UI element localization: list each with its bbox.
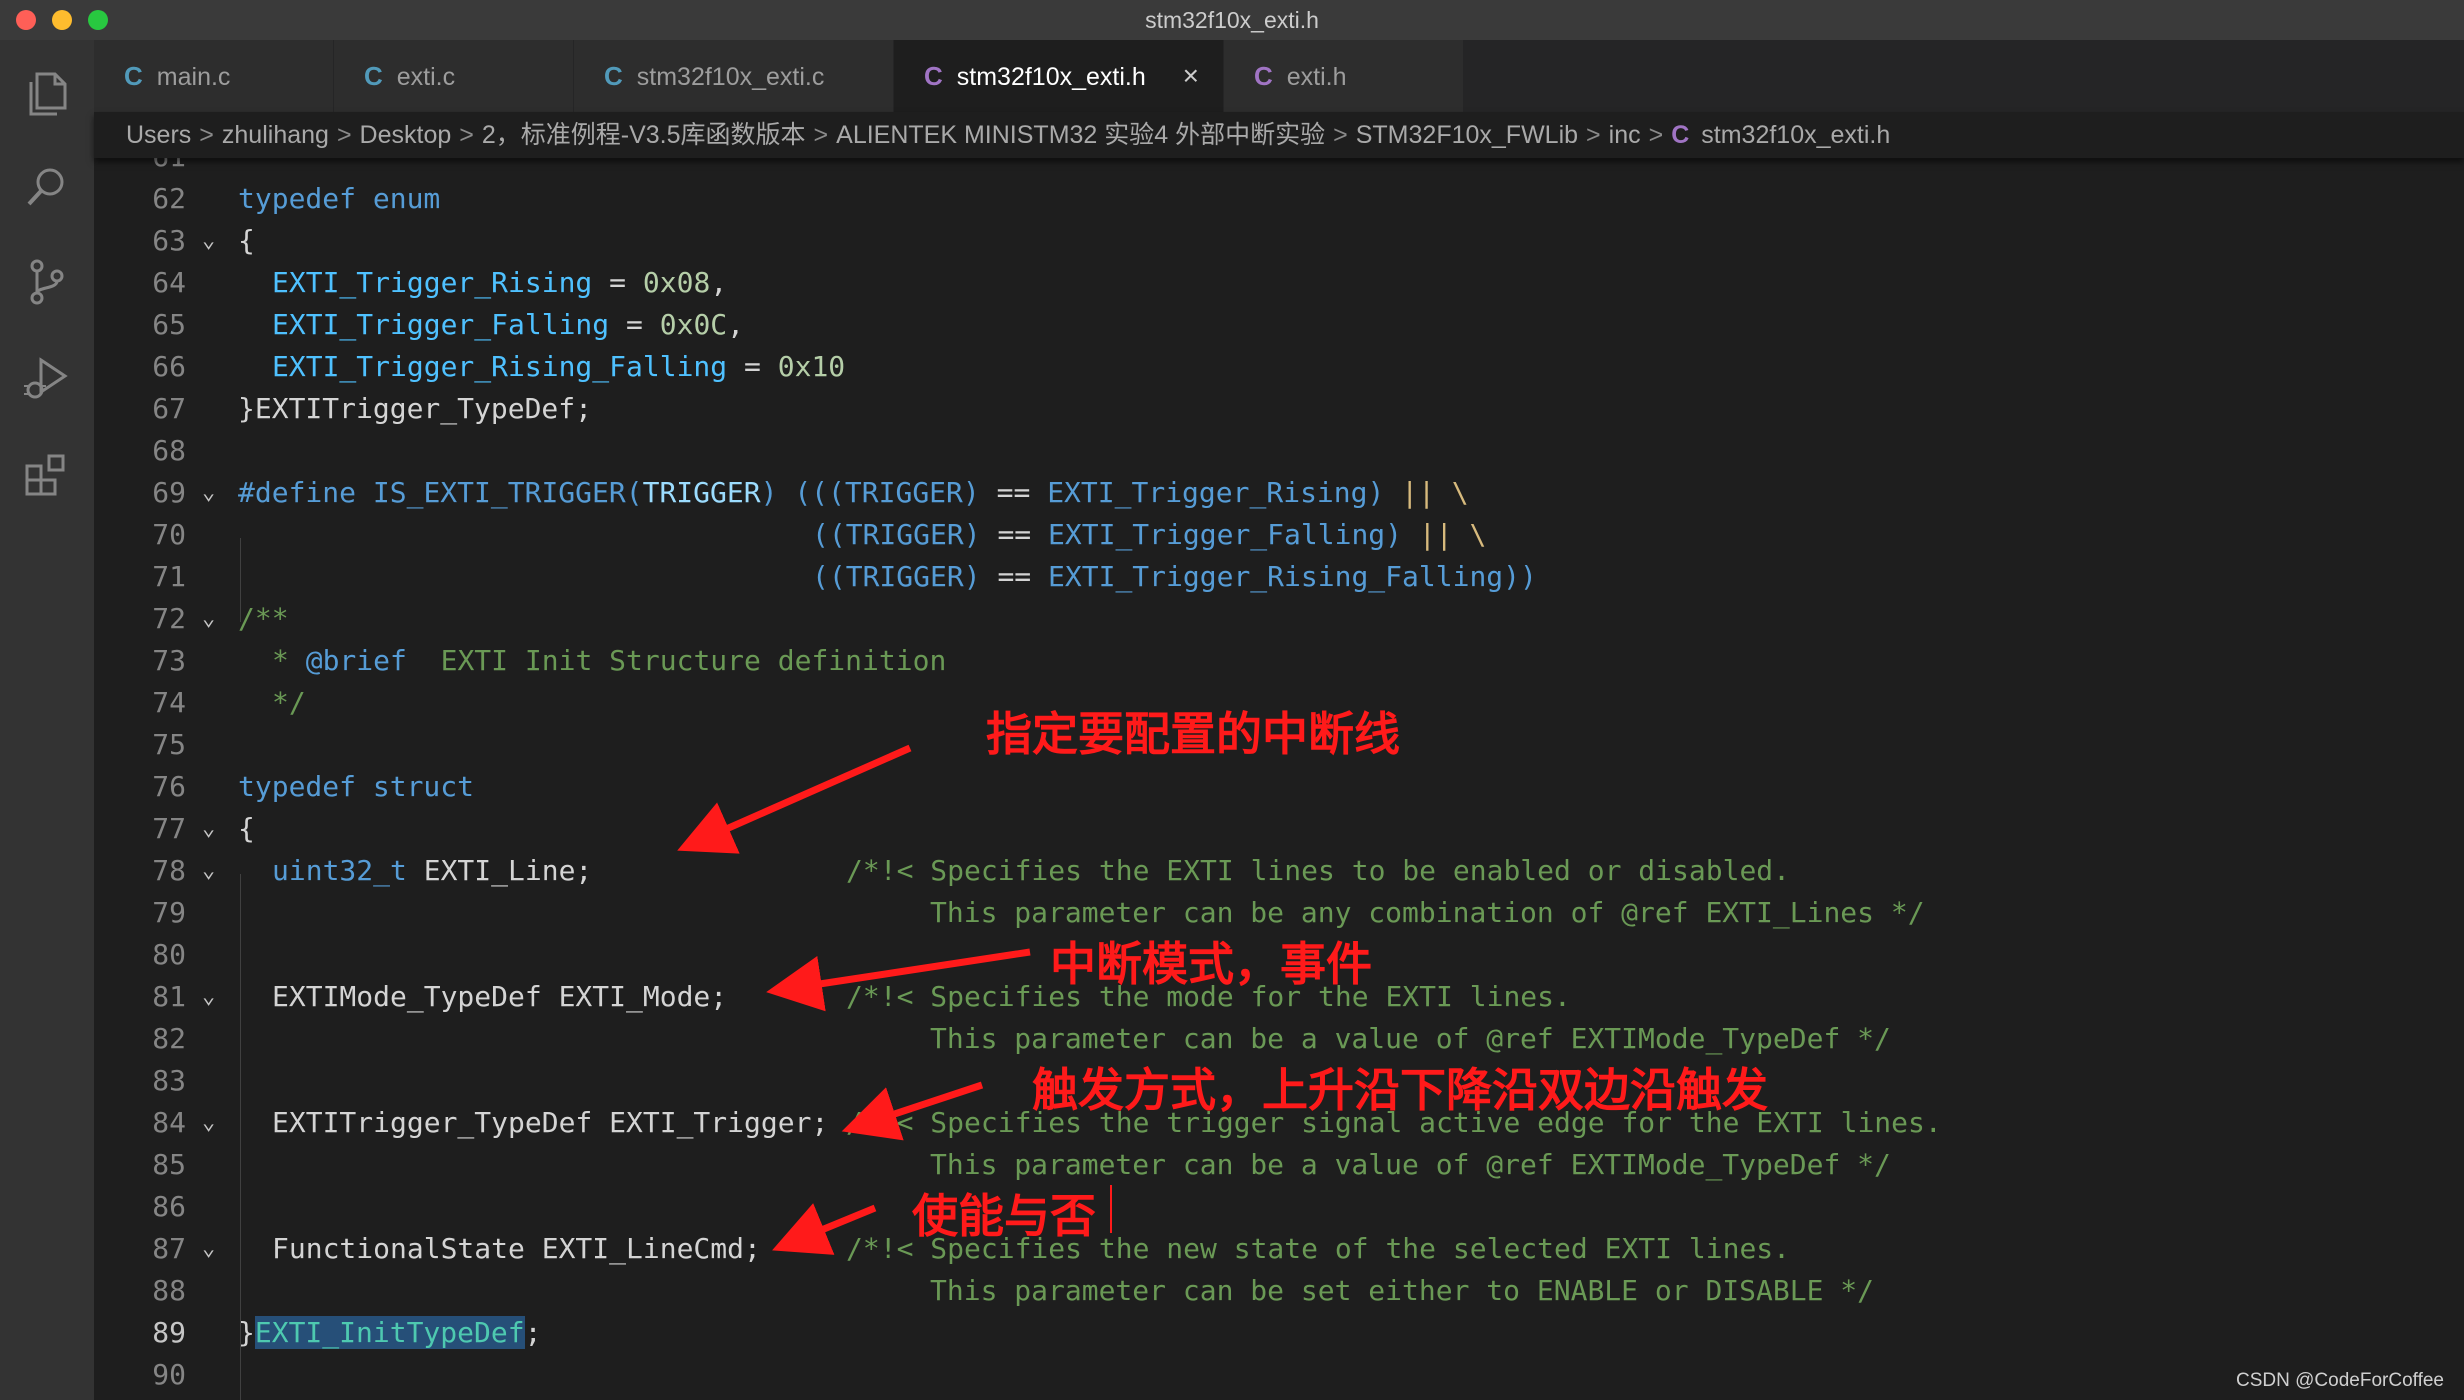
tab-stm32f10x-exti-c[interactable]: Cstm32f10x_exti.c (574, 40, 894, 112)
tab-label: exti.c (396, 63, 456, 91)
code-line: 85 This parameter can be a value of @ref … (152, 1148, 1891, 1181)
code-line: 77 ⌄{ (94, 808, 2464, 850)
annotation-trigger: 触发方式，上升沿下降沿双边沿触发 (1032, 1063, 1768, 1117)
breadcrumb-separator: > (813, 121, 829, 149)
extensions-icon[interactable] (17, 444, 77, 504)
breadcrumb-item[interactable]: 2，标准例程-V3.5库函数版本 (482, 121, 806, 149)
fold-chevron-icon[interactable]: ⌄ (202, 472, 215, 514)
code-line: 78 ⌄ uint32_t EXTI_Line;/*!< Specifies the… (94, 850, 2464, 892)
explorer-icon[interactable] (17, 62, 77, 122)
c-file-icon: C (124, 61, 143, 91)
annotation-cmd: 使能与否 (912, 1189, 1096, 1243)
breadcrumb-item[interactable]: Desktop (360, 121, 452, 149)
c-header-icon: C (1254, 61, 1273, 91)
code-line: 89}EXTI_InitTypeDef; (152, 1316, 542, 1349)
code-line: 73 * @brief EXTI Init Structure definitio… (152, 644, 947, 677)
code-line: 72 ⌄/** (94, 598, 2464, 640)
breadcrumb-item[interactable]: Users (126, 121, 191, 149)
annotation-line: 指定要配置的中断线 (986, 707, 1400, 761)
fold-chevron-icon[interactable]: ⌄ (202, 598, 215, 640)
fold-chevron-icon[interactable]: ⌄ (202, 850, 215, 892)
breadcrumb-item[interactable]: inc (1609, 121, 1641, 149)
fold-chevron-icon[interactable]: ⌄ (202, 976, 215, 1018)
code-line: 76 typedef struct (152, 770, 475, 803)
code-line: 65 EXTI_Trigger_Falling = 0x0C, (152, 308, 745, 341)
window-title: stm32f10x_exti.h (1145, 7, 1319, 33)
tab-label: main.c (156, 63, 231, 91)
breadcrumb-separator: > (459, 121, 474, 149)
breadcrumb-separator: > (1648, 121, 1664, 149)
close-icon[interactable]: × (1183, 40, 1199, 112)
code-line: 63 ⌄{ (94, 220, 2464, 262)
tab-exti-c[interactable]: Cexti.c (334, 40, 574, 112)
tab-label: stm32f10x_exti.h (956, 63, 1146, 91)
c-file-icon: C (364, 61, 383, 91)
code-line: 70 ((TRIGGER) == EXTI_Trigger_Falling) ||… (152, 518, 1487, 551)
breadcrumb-item[interactable]: stm32f10x_exti.h (1701, 121, 1890, 149)
breadcrumb-item[interactable]: zhulihang (222, 121, 329, 149)
breadcrumb-item[interactable]: STM32F10x_FWLib (1356, 121, 1578, 149)
code-line: 86 (152, 1190, 186, 1223)
c-file-icon: C (604, 61, 623, 91)
code-line: 61 (94, 158, 2464, 178)
code-line: 87 ⌄ FunctionalState EXTI_LineCmd;/*!< Spe… (94, 1228, 2464, 1270)
c-header-icon: C (1671, 121, 1690, 149)
tab-main-c[interactable]: Cmain.c (94, 40, 334, 112)
watermark: CSDN @CodeForCoffee (2236, 1370, 2444, 1391)
search-icon[interactable] (17, 158, 77, 218)
tab-label: exti.h (1286, 63, 1347, 91)
breadcrumb-separator: > (336, 121, 352, 149)
code-line: 88 This parameter can be set either to EN… (152, 1274, 1875, 1307)
activity-bar (0, 40, 94, 1400)
code-line: 71 ((TRIGGER) == EXTI_Trigger_Rising_Fall… (152, 560, 1537, 593)
annotation-mode: 中断模式，事件 (1050, 937, 1372, 991)
source-control-icon[interactable] (17, 252, 77, 312)
fold-chevron-icon[interactable]: ⌄ (202, 1102, 215, 1144)
fold-chevron-icon[interactable]: ⌄ (202, 808, 215, 850)
code-line: 69 ⌄ #define IS_EXTI_TRIGGER(TRIGGER) (((T… (94, 472, 2464, 514)
text-cursor (1110, 1185, 1112, 1233)
code-line: 68 (152, 434, 186, 467)
code-line: 64 EXTI_Trigger_Rising = 0x08, (152, 266, 728, 299)
tab-label: stm32f10x_exti.c (636, 63, 825, 91)
breadcrumb-separator: > (1586, 121, 1601, 149)
breadcrumb: Users > zhulihang > Desktop >2，标准例程-V3.5库函数版本… (94, 112, 2464, 158)
fold-chevron-icon[interactable]: ⌄ (202, 1228, 215, 1270)
code-line: 62 typedef enum (152, 182, 441, 215)
breadcrumb-item[interactable]: ALIENTEK MINISTM32 实验4 外部中断实验 (836, 121, 1325, 149)
code-line: 90 (152, 1358, 186, 1391)
code-editor[interactable]: 61 62typedef enum 63⌄{ 64EXTI_Trigger_Ri… (94, 158, 2464, 1400)
tab-exti-h[interactable]: Cexti.h (1224, 40, 1464, 112)
tab-stm32f10x-exti-h[interactable]: Cstm32f10x_exti.h × (894, 40, 1224, 112)
title-bar: stm32f10x_exti.h (0, 0, 2464, 41)
c-header-icon: C (924, 61, 943, 91)
run-debug-icon[interactable] (17, 348, 77, 408)
breadcrumb-separator: > (1333, 121, 1348, 149)
code-line: 67}EXTITrigger_TypeDef; (152, 392, 593, 425)
tab-bar: Cmain.c Cexti.c Cstm32f10x_exti.c Cstm32… (94, 40, 2464, 112)
fold-chevron-icon[interactable]: ⌄ (202, 220, 215, 262)
code-line: 66 EXTI_Trigger_Rising_Falling = 0x10 (152, 350, 846, 383)
breadcrumb-separator: > (199, 121, 214, 149)
